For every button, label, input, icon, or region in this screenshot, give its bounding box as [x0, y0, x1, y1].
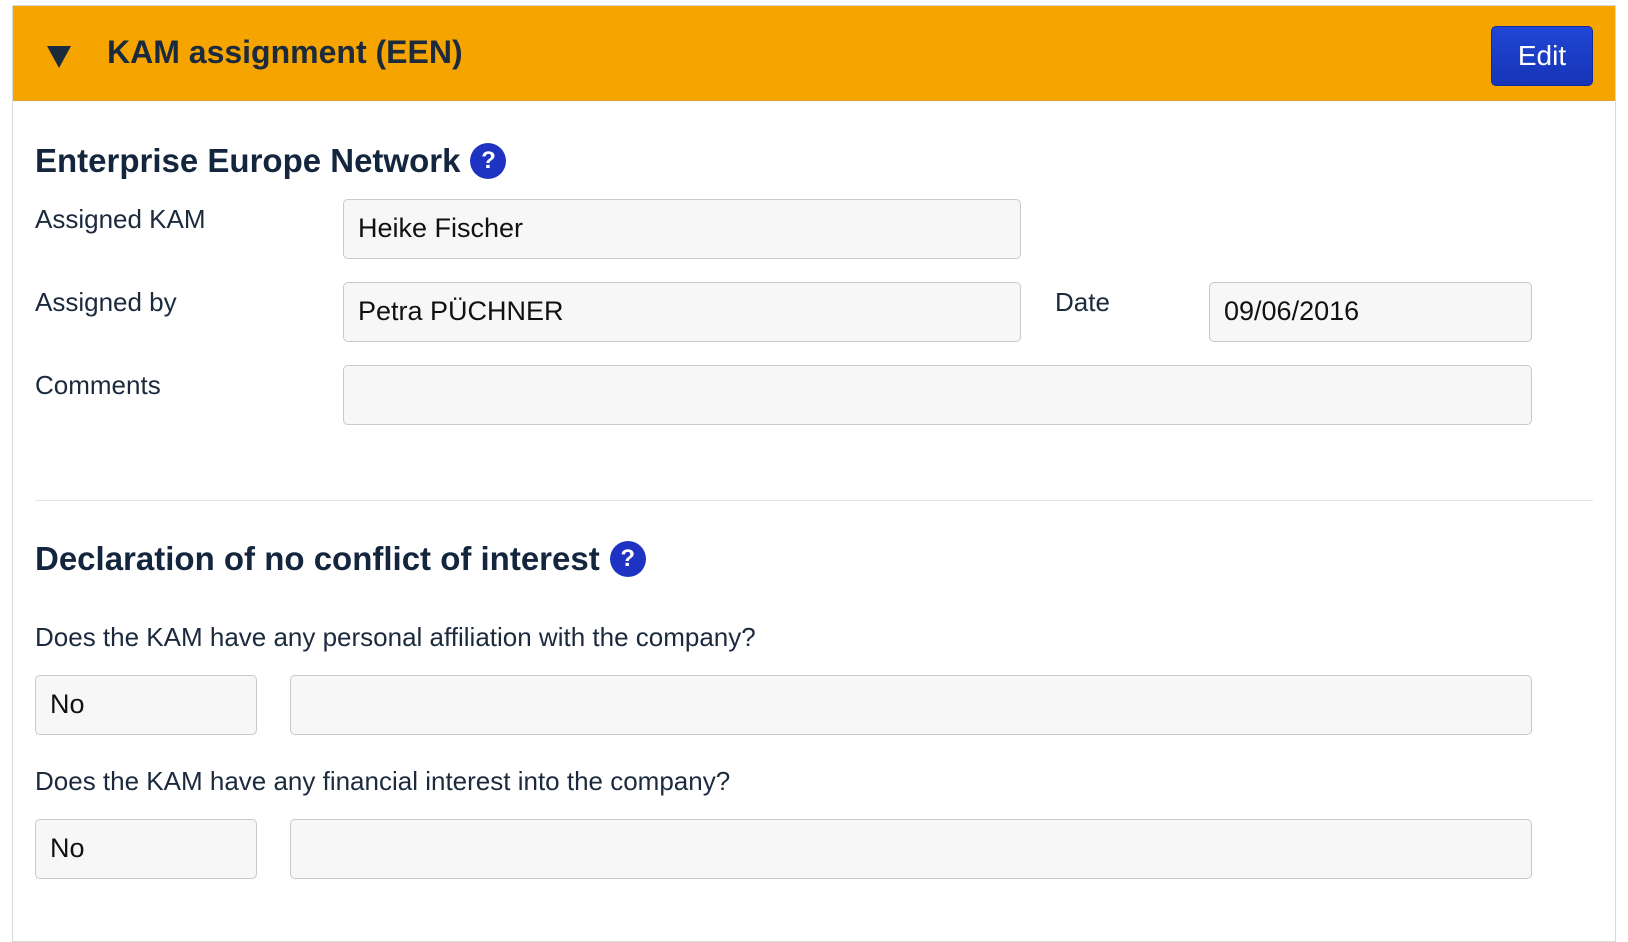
assigned-kam-field[interactable]: Heike Fischer: [343, 199, 1021, 259]
kam-assignment-panel: KAM assignment (EEN) Edit Enterprise Eur…: [12, 5, 1616, 942]
een-section-title: Enterprise Europe Network?: [35, 142, 507, 180]
assigned-kam-label: Assigned KAM: [35, 204, 206, 234]
financial-interest-question: Does the KAM have any financial interest…: [35, 766, 731, 796]
assigned-by-field[interactable]: Petra PÜCHNER: [343, 282, 1021, 342]
collapse-triangle-icon[interactable]: [47, 46, 71, 68]
panel-title: KAM assignment (EEN): [107, 34, 463, 70]
edit-button[interactable]: Edit: [1491, 26, 1593, 86]
personal-affiliation-answer[interactable]: No: [35, 675, 257, 735]
personal-affiliation-details[interactable]: [290, 675, 1532, 735]
section-divider: [35, 500, 1593, 501]
date-field[interactable]: 09/06/2016: [1209, 282, 1532, 342]
date-label: Date: [1055, 287, 1110, 317]
declaration-help-icon[interactable]: ?: [609, 541, 646, 578]
financial-interest-details[interactable]: [290, 819, 1532, 879]
panel-header[interactable]: KAM assignment (EEN) Edit: [13, 6, 1615, 101]
personal-affiliation-question: Does the KAM have any personal affiliati…: [35, 622, 756, 652]
assigned-by-label: Assigned by: [35, 287, 177, 317]
comments-label: Comments: [35, 370, 161, 400]
een-title-text: Enterprise Europe Network: [35, 142, 461, 179]
een-help-icon[interactable]: ?: [470, 143, 507, 180]
declaration-section-title: Declaration of no conflict of interest?: [35, 540, 646, 578]
financial-interest-answer[interactable]: No: [35, 819, 257, 879]
declaration-title-text: Declaration of no conflict of interest: [35, 540, 600, 577]
comments-field[interactable]: [343, 365, 1532, 425]
